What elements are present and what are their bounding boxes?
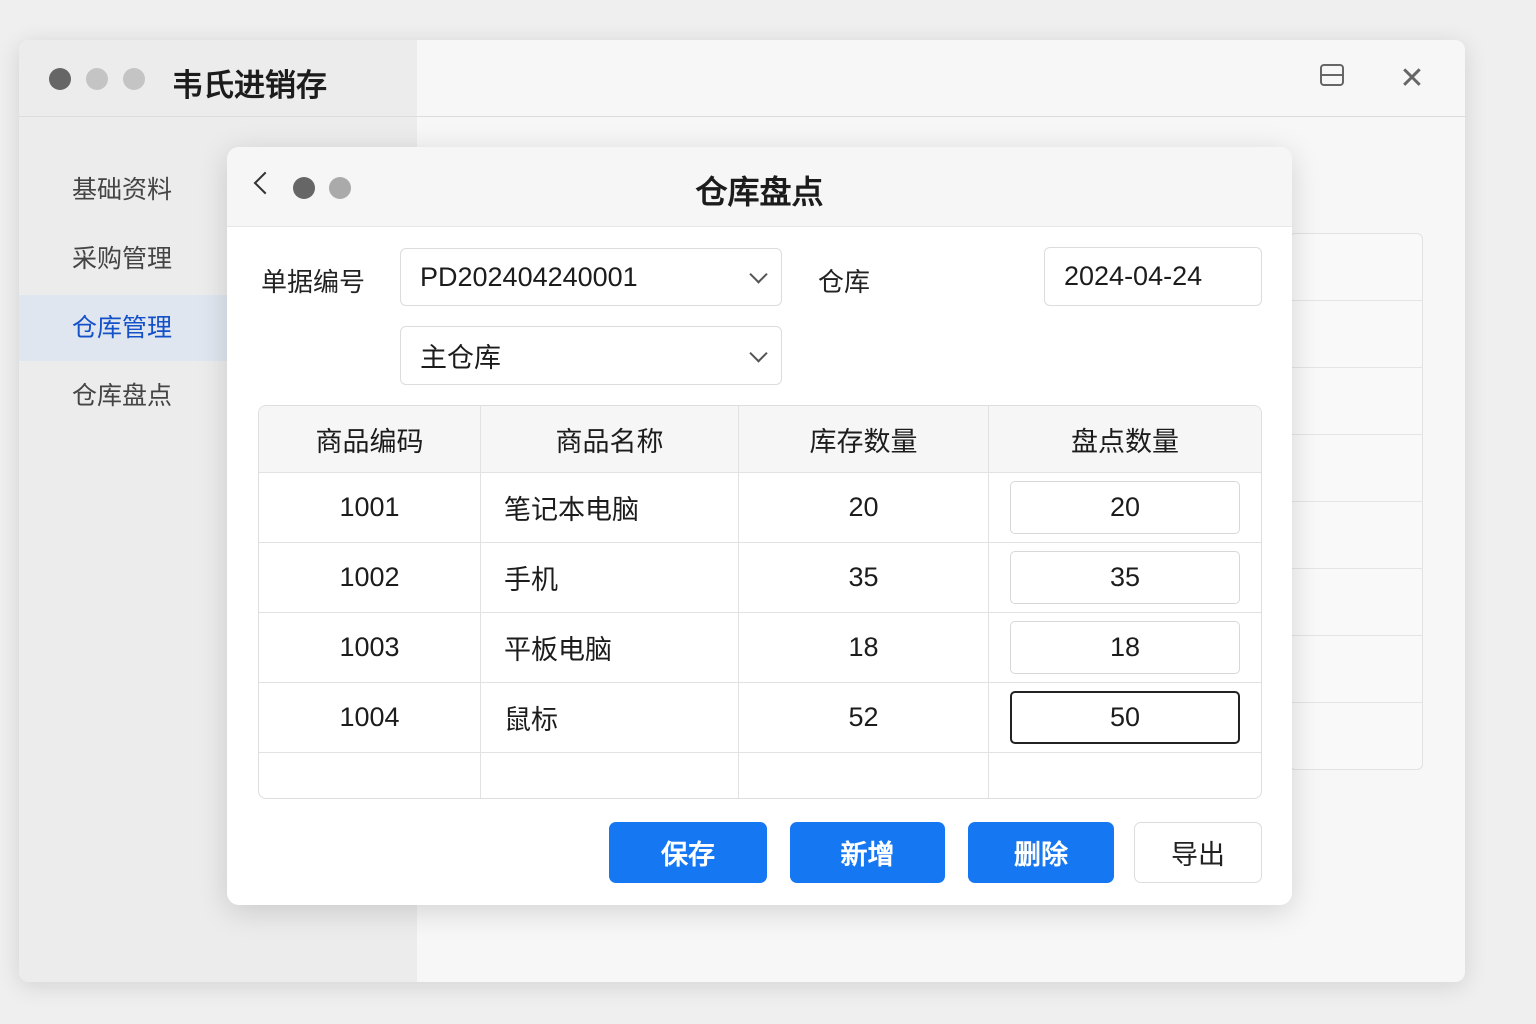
- maximize-window-button[interactable]: [123, 68, 145, 90]
- code-cell: 1001: [259, 473, 481, 542]
- warehouse-select[interactable]: 主仓库: [400, 326, 782, 385]
- warehouse-label: 仓库: [818, 267, 871, 297]
- empty-cell: [739, 753, 989, 798]
- background-table: [1289, 233, 1423, 770]
- code-cell: 1002: [259, 543, 481, 612]
- table-row: 1002 手机 35 35: [259, 543, 1261, 613]
- delete-button[interactable]: 删除: [968, 822, 1114, 883]
- count-input-focused[interactable]: 50: [1010, 691, 1240, 744]
- chevron-down-icon: [749, 265, 768, 284]
- stocktake-table: 商品编码 商品名称 库存数量 盘点数量 1001 笔记本电脑 20 20 100…: [258, 405, 1262, 799]
- code-cell: 1004: [259, 683, 481, 752]
- empty-cell: [989, 753, 1261, 798]
- title-bar: 韦氏进销存 ✕: [19, 40, 1465, 117]
- count-cell: 35: [989, 543, 1261, 612]
- doc-no-value: PD202404240001: [420, 261, 638, 292]
- stocktake-dialog: 仓库盘点 单据编号 PD202404240001 仓库 2024-04-24 主…: [227, 147, 1292, 905]
- table-row: 1003 平板电脑 18 18: [259, 613, 1261, 683]
- column-header: 商品名称: [481, 406, 739, 472]
- name-cell: 笔记本电脑: [481, 473, 739, 542]
- name-cell: 平板电脑: [481, 613, 739, 682]
- dialog-header: 仓库盘点: [227, 147, 1292, 227]
- code-cell: 1003: [259, 613, 481, 682]
- close-window-button[interactable]: [49, 68, 71, 90]
- count-cell: 18: [989, 613, 1261, 682]
- count-input[interactable]: 18: [1010, 621, 1240, 674]
- sidebar-item-warehouse[interactable]: 仓库管理: [19, 295, 229, 361]
- stock-cell: 18: [739, 613, 989, 682]
- empty-cell: [481, 753, 739, 798]
- empty-row: [259, 753, 1261, 798]
- close-icon[interactable]: ✕: [1395, 62, 1429, 96]
- date-field[interactable]: 2024-04-24: [1044, 247, 1262, 306]
- app-title: 韦氏进销存: [172, 68, 327, 103]
- layout-icon[interactable]: [1315, 62, 1349, 96]
- stock-cell: 20: [739, 473, 989, 542]
- add-button[interactable]: 新增: [790, 822, 945, 883]
- column-header: 库存数量: [739, 406, 989, 472]
- doc-no-label: 单据编号: [261, 267, 366, 297]
- chevron-down-icon: [749, 343, 768, 363]
- count-cell: 20: [989, 473, 1261, 542]
- save-button[interactable]: 保存: [609, 822, 767, 883]
- sidebar-item-basic-data[interactable]: 基础资料: [19, 157, 229, 223]
- doc-no-select[interactable]: PD202404240001: [400, 248, 782, 306]
- sidebar-item-purchase[interactable]: 采购管理: [19, 226, 229, 292]
- table-row: 1001 笔记本电脑 20 20: [259, 473, 1261, 543]
- stock-cell: 52: [739, 683, 989, 752]
- name-cell: 鼠标: [481, 683, 739, 752]
- export-button[interactable]: 导出: [1134, 822, 1262, 883]
- count-cell: 50: [989, 683, 1261, 752]
- name-cell: 手机: [481, 543, 739, 612]
- column-header: 盘点数量: [1071, 426, 1179, 457]
- table-header: 商品编码 商品名称 库存数量 盘点数量: [259, 406, 1261, 473]
- empty-cell: [259, 753, 481, 798]
- minimize-window-button[interactable]: [86, 68, 108, 90]
- count-input[interactable]: 20: [1010, 481, 1240, 534]
- sidebar-item-stocktake[interactable]: 仓库盘点: [19, 363, 229, 429]
- warehouse-value: 主仓库: [420, 343, 501, 373]
- stock-cell: 35: [739, 543, 989, 612]
- table-row: 1004 鼠标 52 50: [259, 683, 1261, 753]
- dialog-title: 仓库盘点: [695, 174, 824, 210]
- date-value: 2024-04-24: [1064, 261, 1203, 291]
- column-header: 商品编码: [259, 406, 481, 472]
- count-input[interactable]: 35: [1010, 551, 1240, 604]
